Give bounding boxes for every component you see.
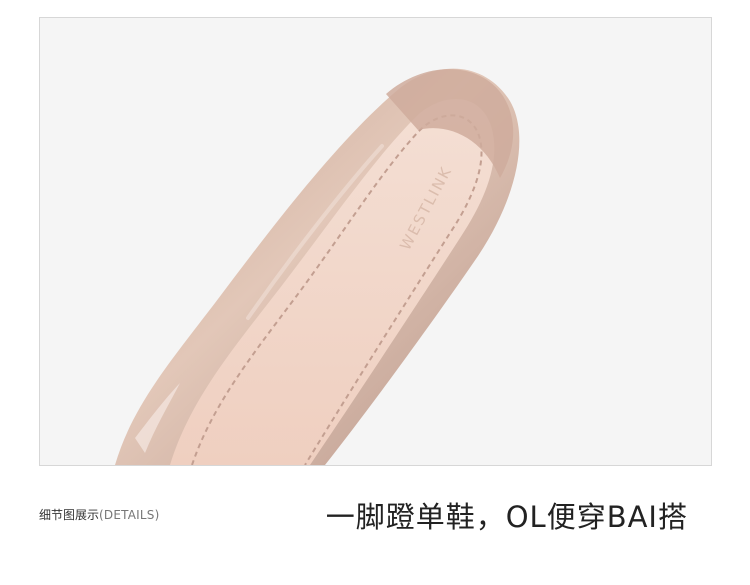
details-label: 细节图展示(DETAILS) — [39, 506, 159, 523]
details-label-cn: 细节图展示 — [39, 508, 100, 522]
shoe-illustration — [115, 68, 520, 465]
caption-row: 细节图展示(DETAILS) 一脚蹬单鞋，OL便穿BAI搭 — [0, 490, 750, 540]
details-label-en: (DETAILS) — [99, 508, 160, 522]
product-photo: WESTLINK — [39, 17, 712, 466]
headline: 一脚蹬单鞋，OL便穿BAI搭 — [325, 500, 688, 534]
